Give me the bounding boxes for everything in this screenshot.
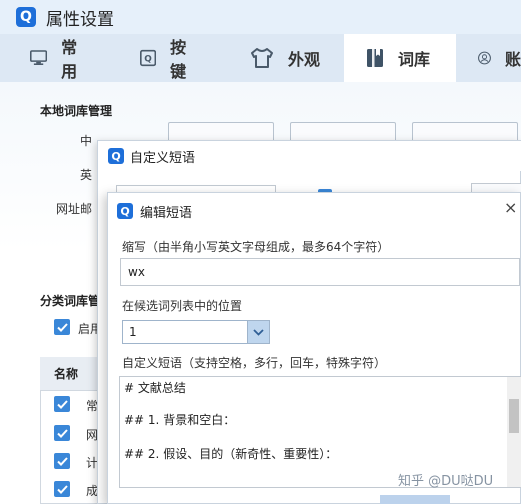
user-icon	[478, 51, 491, 65]
tab-label: 词库	[398, 50, 431, 69]
enable-checkbox[interactable]	[54, 319, 70, 335]
app-logo-icon: Q	[16, 7, 36, 27]
shirt-icon	[251, 48, 273, 68]
phrase-scrollbar[interactable]	[507, 377, 521, 487]
category-lexicon-title: 分类词库管	[40, 294, 101, 308]
position-value: 1	[129, 325, 137, 339]
phrase-label: 自定义短语（支持空格，多行，回车，特殊字符）	[122, 356, 387, 370]
phrase-line: ## 2. 假设、目的（新奇性、重要性）：	[124, 447, 338, 461]
tab-label: 外观	[288, 50, 321, 69]
close-icon[interactable]: ×	[504, 199, 518, 217]
tab-appearance[interactable]: 外观	[220, 34, 344, 82]
edit-phrase-titlebar: Q 编辑短语	[108, 193, 521, 229]
watermark: 知乎 @DU哒DU	[398, 474, 494, 489]
app-logo-icon: Q	[117, 203, 133, 219]
position-label: 在候选词列表中的位置	[122, 299, 243, 313]
position-select[interactable]: 1	[122, 320, 270, 344]
chevron-down-icon[interactable]	[247, 321, 269, 343]
edit-phrase-dialog: Q 编辑短语 × 缩写（由半角小写英文字母组成，最多64个字符） 在候选词列表中…	[107, 192, 521, 504]
window-title: 属性设置	[46, 9, 114, 30]
check-icon	[56, 456, 68, 466]
window-titlebar: Q 属性设置	[0, 0, 521, 34]
abbr-label: 缩写（由半角小写英文字母组成，最多64个字符）	[122, 240, 390, 254]
app-logo-icon: Q	[108, 148, 124, 164]
tab-general[interactable]: 常用	[0, 34, 110, 82]
phrase-line: ## 1. 背景和空白：	[124, 413, 236, 427]
monitor-icon	[30, 50, 48, 65]
svg-text:Q: Q	[144, 55, 152, 65]
category-row-checkbox[interactable]	[54, 396, 70, 412]
tab-label: 常用	[61, 38, 78, 81]
tab-label: 账	[504, 50, 521, 69]
phrase-line: # 文献总结	[124, 381, 186, 395]
category-row-checkbox[interactable]	[54, 453, 70, 469]
local-lexicon-title: 本地词库管理	[40, 104, 113, 118]
check-icon	[56, 428, 68, 438]
tab-lexicon[interactable]: 词库	[344, 34, 456, 82]
row-label-url-email: 网址邮	[56, 202, 93, 216]
key-icon: Q	[140, 49, 157, 67]
row-label-english: 英	[80, 168, 93, 182]
tab-label: 按键	[170, 38, 187, 81]
check-icon	[56, 484, 68, 494]
tab-bar: 常用 Q 按键 外观 词库 账	[0, 34, 521, 82]
edit-phrase-title: 编辑短语	[140, 205, 193, 221]
custom-phrase-titlebar: Q 自定义短语	[98, 141, 521, 171]
category-row-checkbox[interactable]	[54, 425, 70, 441]
row-label-chinese: 中	[80, 134, 93, 148]
check-icon	[56, 399, 68, 409]
book-icon	[367, 49, 383, 67]
check-icon	[56, 322, 68, 332]
category-row-checkbox[interactable]	[54, 481, 70, 497]
tab-account[interactable]: 账	[456, 34, 521, 82]
confirm-button[interactable]	[380, 495, 450, 504]
custom-phrase-title: 自定义短语	[130, 150, 196, 166]
tab-keys[interactable]: Q 按键	[110, 34, 220, 82]
abbr-input[interactable]	[120, 258, 520, 286]
scrollbar-thumb[interactable]	[509, 399, 519, 433]
